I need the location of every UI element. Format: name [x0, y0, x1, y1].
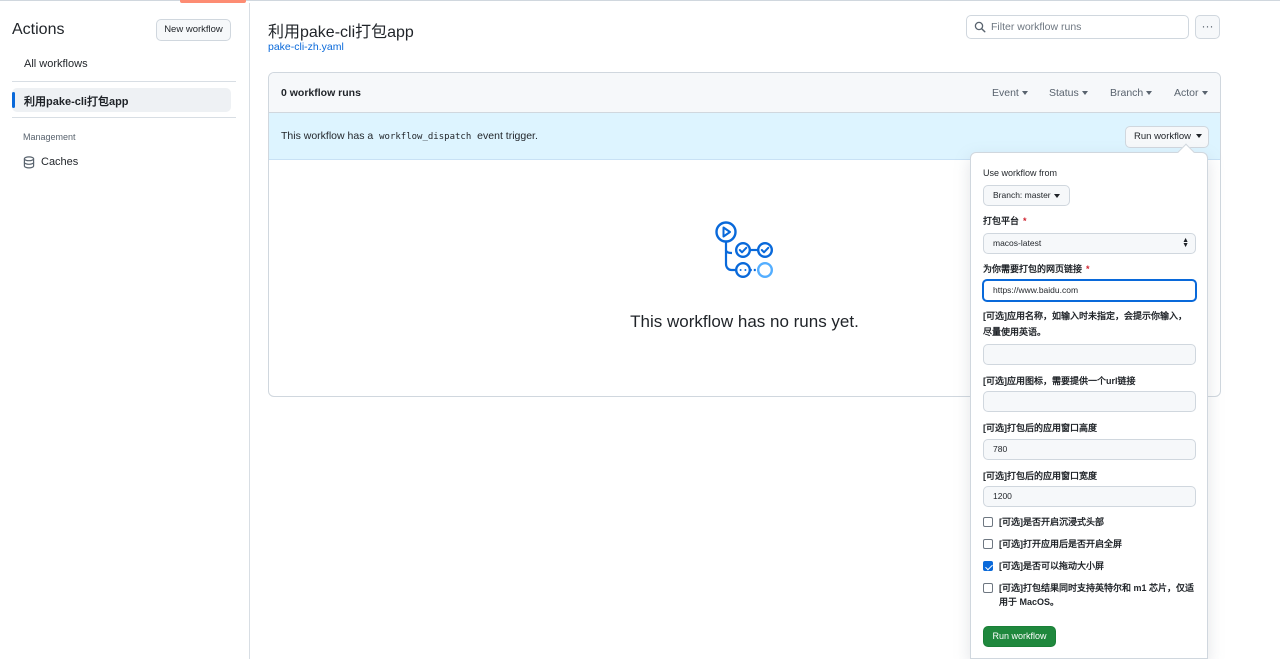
- active-indicator: [12, 92, 15, 108]
- filter-runs-input[interactable]: Filter workflow runs: [966, 15, 1189, 39]
- sidebar-title: Actions: [12, 21, 65, 38]
- app-name-label: [可选]应用名称，如输入时未指定，会提示你输入，: [983, 311, 1187, 321]
- app-icon-label: [可选]应用图标，需要提供一个url链接: [983, 376, 1136, 386]
- platform-label-text: 打包平台: [983, 216, 1020, 226]
- runs-header: 0 workflow runs Event Status Branch Acto…: [269, 73, 1220, 113]
- event-filter-label: Event: [992, 87, 1019, 99]
- url-label: 为你需要打包的网页链接 *: [983, 262, 1090, 275]
- url-label-text: 为你需要打包的网页链接: [983, 264, 1083, 274]
- chevron-down-icon: [1081, 91, 1088, 96]
- dispatch-text-before: This workflow has a: [281, 130, 374, 142]
- window-height-input[interactable]: 780: [983, 439, 1196, 460]
- status-filter[interactable]: Status: [1049, 87, 1088, 99]
- workflow-graph-icon: [715, 221, 774, 279]
- chevron-down-icon: [1196, 134, 1203, 139]
- checkbox-transparent-header[interactable]: [983, 517, 993, 527]
- status-filter-label: Status: [1049, 87, 1079, 99]
- chevron-down-icon: [1201, 91, 1208, 96]
- checkbox-fullscreen-label: [可选]打开应用后是否开启全屏: [999, 539, 1122, 549]
- platform-select[interactable]: macos-latest ▲ ▼: [983, 233, 1196, 254]
- branch-select-button[interactable]: Branch: master: [983, 185, 1070, 206]
- platform-label: 打包平台 *: [983, 214, 1027, 227]
- checkbox-universal-binary-label: [可选]打包结果同时支持英特尔和 m1 芯片，仅适用于 MacOS。: [999, 583, 1195, 607]
- checkbox-resizable-label: [可选]是否可以拖动大小屏: [999, 561, 1104, 571]
- checkbox-transparent-header-label: [可选]是否开启沉浸式头部: [999, 517, 1104, 527]
- branch-select-label: Branch: master: [993, 190, 1051, 200]
- url-input[interactable]: https://www.baidu.com: [982, 279, 1197, 302]
- app-name-input[interactable]: [983, 344, 1196, 365]
- select-arrows-icon: ▲ ▼: [1182, 237, 1189, 249]
- management-heading: Management: [23, 132, 76, 142]
- chevron-down-icon: [1021, 91, 1028, 96]
- sidebar-item-caches[interactable]: Caches: [41, 156, 78, 168]
- required-mark: *: [1086, 264, 1090, 274]
- window-height-label: [可选]打包后的应用窗口高度: [983, 423, 1097, 433]
- checkbox-universal-binary[interactable]: [983, 583, 993, 593]
- new-workflow-button[interactable]: New workflow: [156, 19, 231, 41]
- window-width-label: [可选]打包后的应用窗口宽度: [983, 471, 1097, 481]
- database-icon: [23, 156, 35, 169]
- run-workflow-panel: Use workflow from Branch: master 打包平台 * m…: [970, 152, 1208, 659]
- platform-select-value: macos-latest: [993, 238, 1042, 248]
- run-workflow-label: Run workflow: [1134, 131, 1192, 142]
- required-mark: *: [1023, 216, 1027, 226]
- checkbox-resizable[interactable]: [983, 561, 993, 571]
- dispatch-text: This workflow has a workflow_dispatch ev…: [281, 130, 538, 142]
- dispatch-text-after: event trigger.: [477, 130, 538, 142]
- sidebar: Actions New workflow All workflows 利用pak…: [0, 3, 250, 659]
- use-workflow-from-label: Use workflow from: [983, 168, 1058, 178]
- actor-filter[interactable]: Actor: [1174, 87, 1208, 99]
- actor-filter-label: Actor: [1174, 87, 1199, 99]
- window-width-input[interactable]: 1200: [983, 486, 1196, 507]
- branch-filter[interactable]: Branch: [1110, 87, 1153, 99]
- sidebar-item-all-workflows[interactable]: All workflows: [24, 58, 88, 70]
- sidebar-divider: [12, 81, 236, 82]
- run-workflow-dropdown-button[interactable]: Run workflow: [1125, 126, 1209, 148]
- run-workflow-submit-button[interactable]: Run workflow: [983, 626, 1056, 647]
- page-title: 利用pake-cli打包app: [268, 24, 414, 41]
- event-filter[interactable]: Event: [992, 87, 1028, 99]
- more-options-button[interactable]: ···: [1195, 15, 1220, 39]
- sidebar-item-active-workflow-label[interactable]: 利用pake-cli打包app: [24, 93, 129, 109]
- branch-filter-label: Branch: [1110, 87, 1144, 99]
- filter-placeholder: Filter workflow runs: [991, 21, 1082, 33]
- sidebar-divider: [12, 117, 236, 118]
- app-icon-input[interactable]: [983, 391, 1196, 412]
- app-name-label-line2: 尽量使用英语。: [983, 327, 1047, 337]
- chevron-down-icon: [1053, 193, 1060, 198]
- search-icon: [974, 21, 986, 33]
- checkbox-fullscreen[interactable]: [983, 539, 993, 549]
- dispatch-code: workflow_dispatch: [379, 132, 472, 142]
- workflow-file-link[interactable]: pake-cli-zh.yaml: [268, 41, 344, 53]
- chevron-down-icon: [1146, 91, 1153, 96]
- runs-count: 0 workflow runs: [281, 87, 361, 99]
